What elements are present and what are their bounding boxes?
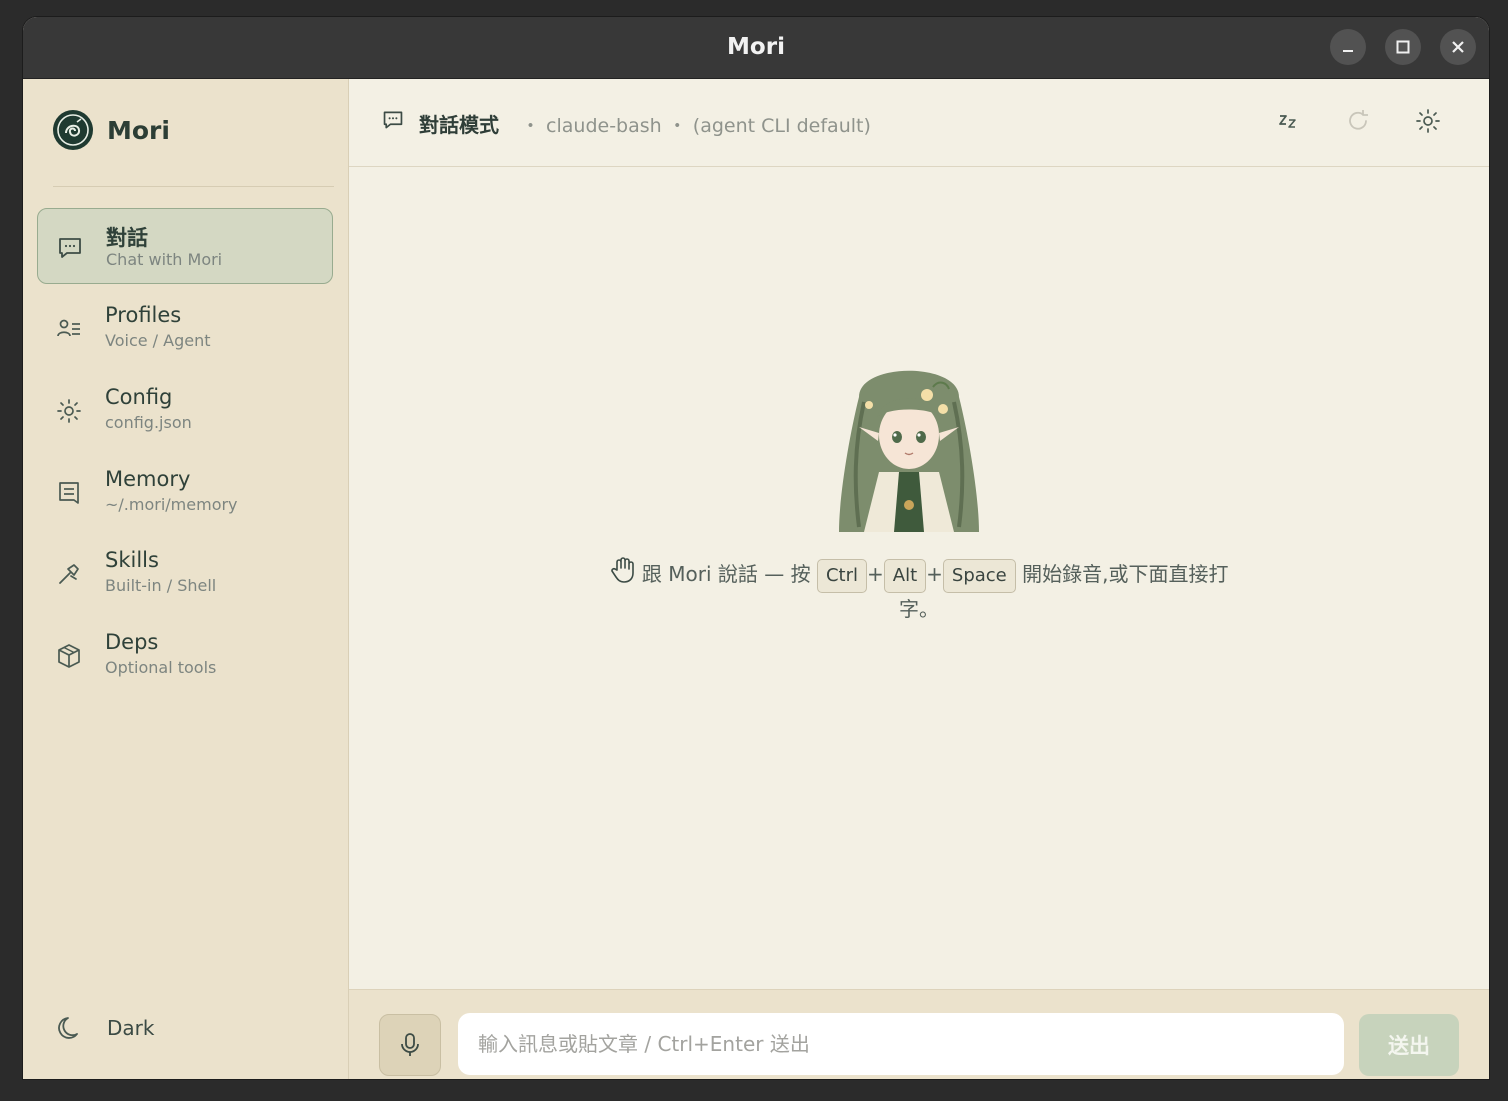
- message-input[interactable]: [458, 1013, 1344, 1075]
- key-plus: +: [926, 562, 943, 586]
- sidebar-item-sublabel: ~/.mori/memory: [105, 495, 238, 514]
- sleep-button[interactable]: [1270, 103, 1306, 139]
- chat-icon: [57, 235, 83, 261]
- close-button[interactable]: [1440, 29, 1476, 65]
- sidebar-item-sublabel: Chat with Mori: [106, 250, 223, 269]
- refresh-button[interactable]: [1340, 103, 1376, 139]
- brand-name: Mori: [107, 115, 170, 145]
- refresh-icon: [1349, 110, 1368, 130]
- key-alt: Alt: [883, 558, 927, 593]
- key-space: Space: [942, 558, 1016, 593]
- gear-icon: [56, 398, 82, 424]
- sidebar-item-deps[interactable]: Deps Optional tools: [37, 617, 333, 693]
- window-title: Mori: [727, 34, 785, 60]
- hand-icon: [610, 557, 634, 583]
- profiles-icon: [56, 316, 82, 342]
- app-window: Mori Mori 對話 Chat with Mori Profiles Voi…: [23, 17, 1489, 1079]
- settings-button[interactable]: [1410, 103, 1446, 139]
- sidebar-item-label: Skills: [105, 548, 159, 572]
- hint-text-before: 跟 Mori 說話 — 按: [641, 562, 811, 586]
- moon-icon: [58, 1017, 78, 1039]
- sidebar-item-sublabel: config.json: [105, 413, 192, 432]
- sidebar-item-sublabel: Built-in / Shell: [105, 576, 217, 595]
- composer: 送出: [349, 989, 1489, 1079]
- sidebar-item-profiles[interactable]: Profiles Voice / Agent: [37, 290, 333, 366]
- sidebar-item-skills[interactable]: Skills Built-in / Shell: [37, 535, 333, 611]
- sidebar-item-chat[interactable]: 對話 Chat with Mori: [37, 208, 333, 284]
- mori-character-illustration: [829, 357, 989, 537]
- sleep-icon: [1279, 115, 1296, 128]
- sidebar-item-label: Deps: [105, 630, 159, 654]
- agent-meta: ・ claude-bash ・ (agent CLI default): [521, 115, 871, 137]
- sidebar-item-config[interactable]: Config config.json: [37, 372, 333, 448]
- maximize-button[interactable]: [1385, 29, 1421, 65]
- sidebar-item-label: 對話: [106, 226, 148, 250]
- key-ctrl: Ctrl: [816, 558, 867, 593]
- chat-icon: [382, 109, 404, 135]
- theme-toggle[interactable]: Dark: [57, 1011, 154, 1045]
- send-button[interactable]: 送出: [1359, 1014, 1459, 1076]
- main-panel: 對話模式 ・ claude-bash ・ (agent CLI default): [349, 79, 1489, 1079]
- microphone-button[interactable]: [379, 1014, 441, 1076]
- sidebar-item-memory[interactable]: Memory ~/.mori/memory: [37, 454, 333, 530]
- brand: Mori: [53, 109, 170, 151]
- sidebar-item-label: Profiles: [105, 303, 182, 327]
- chat-header: 對話模式 ・ claude-bash ・ (agent CLI default): [349, 79, 1489, 167]
- close-icon: [1452, 41, 1464, 53]
- sidebar: Mori 對話 Chat with Mori Profiles Voice / …: [23, 79, 349, 1079]
- package-icon: [56, 643, 82, 669]
- sidebar-item-sublabel: Voice / Agent: [105, 331, 211, 350]
- theme-toggle-label: Dark: [107, 1016, 155, 1040]
- sidebar-item-label: Memory: [105, 467, 191, 491]
- title-bar: Mori: [23, 17, 1489, 79]
- skills-icon: [56, 561, 82, 587]
- page-title: 對話模式: [419, 113, 499, 137]
- empty-state-hint: 跟 Mori 說話 — 按 Ctrl + Alt + Space 開始錄音,或下面直接打…: [599, 556, 1239, 625]
- microphone-icon: [401, 1033, 419, 1056]
- divider: [53, 186, 334, 187]
- key-plus: +: [866, 562, 884, 586]
- sidebar-item-label: Config: [105, 385, 173, 409]
- memory-icon: [56, 480, 82, 506]
- minimize-button[interactable]: [1330, 29, 1366, 65]
- minimize-icon: [1343, 50, 1353, 52]
- maximize-icon: [1396, 40, 1410, 54]
- sidebar-item-sublabel: Optional tools: [105, 658, 217, 677]
- settings-icon: [1416, 109, 1440, 133]
- mori-logo-icon: [53, 110, 93, 150]
